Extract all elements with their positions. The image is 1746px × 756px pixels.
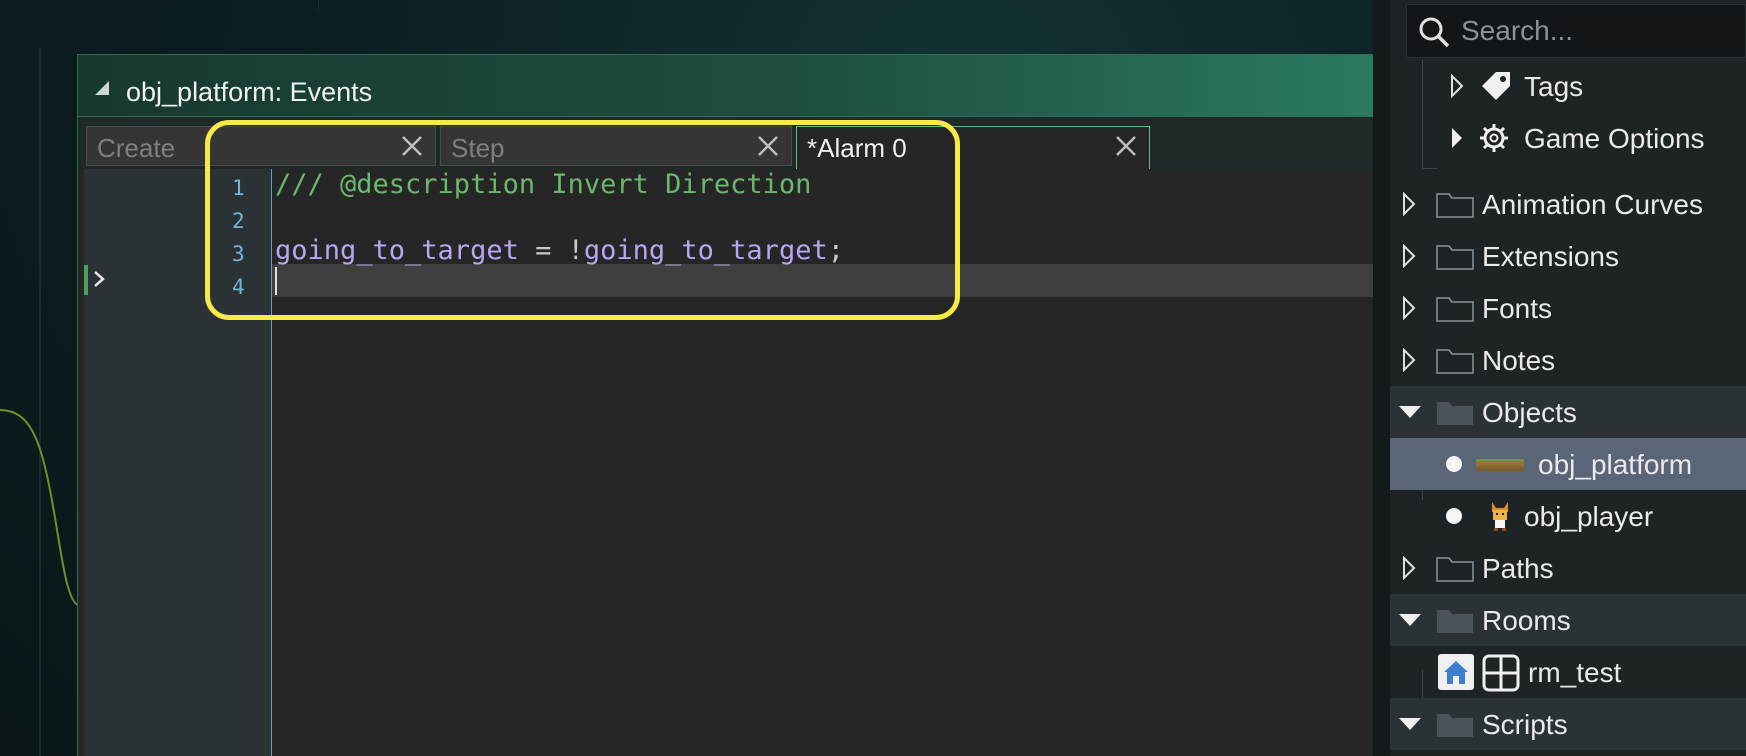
workspace-canvas: obj_platform: Events Create Step *Alarm … xyxy=(0,0,1373,756)
tree-folder-scripts[interactable]: Scripts xyxy=(1390,698,1746,750)
animation-curve xyxy=(0,409,79,606)
line-number: 2 xyxy=(232,209,245,233)
tab-label: *Alarm 0 xyxy=(807,133,907,163)
tree-item-rm-test[interactable]: rm_test xyxy=(1390,646,1746,698)
text-caret xyxy=(275,267,277,295)
chevron-right-icon[interactable] xyxy=(1402,296,1416,320)
folder-icon xyxy=(1436,245,1474,270)
search-bar[interactable] xyxy=(1406,4,1746,58)
tree-item-label: obj_player xyxy=(1524,501,1654,532)
player-sprite-icon xyxy=(1492,502,1508,531)
window-title: obj_platform: Events xyxy=(126,77,373,107)
folder-open-icon xyxy=(1437,402,1473,425)
tree-folder-paths[interactable]: Paths xyxy=(1390,542,1746,594)
code-line-3[interactable]: going_to_target = !going_to_target; xyxy=(275,235,844,266)
workspace-guide xyxy=(318,0,319,10)
chevron-right-icon[interactable] xyxy=(1402,244,1416,268)
asset-tree: Tags Game Options Animation Curves Exten… xyxy=(1390,60,1746,756)
tree-item-label: Game Options xyxy=(1524,123,1705,154)
asset-browser: Tags Game Options Animation Curves Exten… xyxy=(1373,0,1746,756)
identifier-token: going_to_target xyxy=(275,235,519,266)
close-icon[interactable] xyxy=(399,133,425,159)
tree-item-tags[interactable]: Tags xyxy=(1390,60,1746,112)
chevron-right-icon[interactable] xyxy=(1450,74,1464,98)
line-gutter: 1 2 3 4 xyxy=(84,169,272,756)
tree-item-label: Notes xyxy=(1482,345,1556,376)
tab-alarm-0[interactable]: *Alarm 0 xyxy=(796,126,1150,171)
change-marker xyxy=(84,265,88,295)
event-tabs: Create Step *Alarm 0 xyxy=(78,116,1373,171)
tree-item-label: Paths xyxy=(1482,553,1554,584)
operator-token: = ! xyxy=(518,235,584,266)
tree-folder-animation-curves[interactable]: Animation Curves xyxy=(1390,178,1746,230)
current-line-highlight xyxy=(272,264,1373,297)
tag-icon xyxy=(1482,72,1510,100)
tree-item-label: Fonts xyxy=(1482,293,1553,324)
tree-item-label: rm_test xyxy=(1528,657,1622,688)
visibility-dot-icon xyxy=(1446,456,1462,472)
tab-label: Create xyxy=(97,133,176,163)
folder-icon xyxy=(1436,557,1474,582)
chevron-down-icon[interactable] xyxy=(1398,404,1422,420)
code-editor[interactable]: 1 2 3 4 /// @description Invert Directio… xyxy=(78,169,1373,756)
folder-icon xyxy=(1436,349,1474,374)
close-icon[interactable] xyxy=(755,133,781,159)
line-number: 1 xyxy=(232,176,245,200)
events-window: obj_platform: Events Create Step *Alarm … xyxy=(77,54,1373,756)
chevron-down-icon[interactable] xyxy=(1398,612,1422,628)
visibility-dot-icon xyxy=(1446,508,1462,524)
chevron-right-icon[interactable] xyxy=(1402,192,1416,216)
semicolon-token: ; xyxy=(827,235,844,266)
line-number: 4 xyxy=(232,275,245,299)
chevron-right-icon[interactable] xyxy=(1402,348,1416,372)
platform-sprite-icon xyxy=(1476,459,1524,471)
tree-item-label: obj_platform xyxy=(1538,449,1693,480)
folder-open-icon xyxy=(1437,610,1473,633)
tree-item-obj-player[interactable]: obj_player xyxy=(1390,490,1746,542)
identifier-token: going_to_target xyxy=(583,235,828,266)
tree-item-label: Animation Curves xyxy=(1482,189,1703,220)
tree-folder-extensions[interactable]: Extensions xyxy=(1390,230,1746,282)
folder-icon xyxy=(1436,297,1474,322)
search-input[interactable] xyxy=(1459,13,1746,49)
tree-item-obj-platform[interactable]: obj_platform xyxy=(1390,438,1746,490)
tab-create[interactable]: Create xyxy=(86,126,436,166)
tree-item-label: Extensions xyxy=(1482,241,1619,272)
room-grid-icon xyxy=(1482,654,1520,692)
chevron-right-icon[interactable] xyxy=(1402,556,1416,580)
tree-folder-rooms[interactable]: Rooms xyxy=(1390,594,1746,646)
tree-guide xyxy=(1422,168,1438,169)
tab-step[interactable]: Step xyxy=(440,126,792,166)
chevron-right-icon[interactable] xyxy=(1450,126,1464,150)
tab-label: Step xyxy=(451,133,505,163)
tree-folder-fonts[interactable]: Fonts xyxy=(1390,282,1746,334)
code-line-1[interactable]: /// @description Invert Direction xyxy=(275,169,811,200)
folder-icon xyxy=(1436,193,1474,218)
tree-item-game-options[interactable]: Game Options xyxy=(1390,112,1746,164)
chevron-down-icon[interactable] xyxy=(1398,716,1422,732)
line-number: 3 xyxy=(232,242,245,266)
tree-folder-objects[interactable]: Objects xyxy=(1390,386,1746,438)
window-titlebar[interactable]: obj_platform: Events xyxy=(78,55,1373,116)
comment-token: /// @description Invert Direction xyxy=(275,169,812,200)
tree-folder-notes[interactable]: Notes xyxy=(1390,334,1746,386)
gear-icon xyxy=(1480,124,1508,152)
tree-item-label: Objects xyxy=(1482,397,1577,428)
tree-item-label: Tags xyxy=(1524,71,1584,102)
folder-open-icon xyxy=(1437,714,1473,737)
close-icon[interactable] xyxy=(1113,133,1139,159)
home-icon xyxy=(1438,654,1474,690)
search-icon[interactable] xyxy=(1417,15,1451,49)
grip-icon[interactable] xyxy=(95,81,111,97)
chevron-right-icon[interactable] xyxy=(92,269,106,289)
tree-item-label: Scripts xyxy=(1482,709,1568,740)
tree-item-label: Rooms xyxy=(1482,605,1571,636)
